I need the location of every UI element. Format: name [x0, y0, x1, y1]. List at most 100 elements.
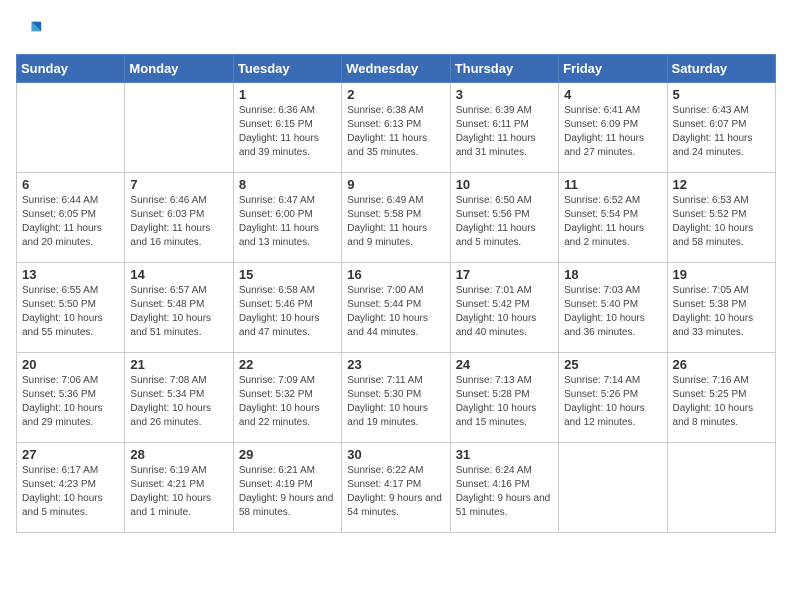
calendar-cell: 25 Sunrise: 7:14 AM Sunset: 5:26 PM Dayli…	[559, 353, 667, 443]
day-info: Sunrise: 7:11 AM Sunset: 5:30 PM Dayligh…	[347, 374, 444, 430]
calendar-cell: 16 Sunrise: 7:00 AM Sunset: 5:44 PM Dayli…	[342, 263, 450, 353]
calendar-cell: 29 Sunrise: 6:21 AM Sunset: 4:19 PM Dayli…	[233, 443, 341, 533]
day-number: 20	[22, 357, 119, 372]
calendar-cell: 19 Sunrise: 7:05 AM Sunset: 5:38 PM Dayli…	[667, 263, 775, 353]
calendar-cell: 8 Sunrise: 6:47 AM Sunset: 6:00 PM Daylig…	[233, 173, 341, 263]
calendar-cell: 15 Sunrise: 6:58 AM Sunset: 5:46 PM Dayli…	[233, 263, 341, 353]
day-info: Sunrise: 7:00 AM Sunset: 5:44 PM Dayligh…	[347, 284, 444, 340]
day-number: 11	[564, 177, 661, 192]
day-number: 16	[347, 267, 444, 282]
day-number: 22	[239, 357, 336, 372]
day-info: Sunrise: 7:09 AM Sunset: 5:32 PM Dayligh…	[239, 374, 336, 430]
calendar-week-3: 13 Sunrise: 6:55 AM Sunset: 5:50 PM Dayli…	[17, 263, 776, 353]
day-info: Sunrise: 6:50 AM Sunset: 5:56 PM Dayligh…	[456, 194, 553, 250]
day-info: Sunrise: 6:55 AM Sunset: 5:50 PM Dayligh…	[22, 284, 119, 340]
day-info: Sunrise: 6:53 AM Sunset: 5:52 PM Dayligh…	[673, 194, 770, 250]
day-info: Sunrise: 6:44 AM Sunset: 6:05 PM Dayligh…	[22, 194, 119, 250]
weekday-header-friday: Friday	[559, 55, 667, 83]
calendar-cell: 11 Sunrise: 6:52 AM Sunset: 5:54 PM Dayli…	[559, 173, 667, 263]
day-number: 19	[673, 267, 770, 282]
calendar-cell: 2 Sunrise: 6:38 AM Sunset: 6:13 PM Daylig…	[342, 83, 450, 173]
day-number: 31	[456, 447, 553, 462]
day-number: 8	[239, 177, 336, 192]
calendar-cell: 1 Sunrise: 6:36 AM Sunset: 6:15 PM Daylig…	[233, 83, 341, 173]
calendar-cell	[559, 443, 667, 533]
calendar-cell: 21 Sunrise: 7:08 AM Sunset: 5:34 PM Dayli…	[125, 353, 233, 443]
day-number: 9	[347, 177, 444, 192]
weekday-header-thursday: Thursday	[450, 55, 558, 83]
day-number: 24	[456, 357, 553, 372]
calendar-cell: 28 Sunrise: 6:19 AM Sunset: 4:21 PM Dayli…	[125, 443, 233, 533]
weekday-header-tuesday: Tuesday	[233, 55, 341, 83]
day-number: 5	[673, 87, 770, 102]
day-number: 2	[347, 87, 444, 102]
day-info: Sunrise: 7:01 AM Sunset: 5:42 PM Dayligh…	[456, 284, 553, 340]
calendar-cell	[17, 83, 125, 173]
day-number: 13	[22, 267, 119, 282]
day-info: Sunrise: 6:19 AM Sunset: 4:21 PM Dayligh…	[130, 464, 227, 520]
calendar-cell: 14Sunrise: 6:57 AM Sunset: 5:48 PM Dayli…	[125, 263, 233, 353]
calendar-header-row: SundayMondayTuesdayWednesdayThursdayFrid…	[17, 55, 776, 83]
calendar-cell: 12 Sunrise: 6:53 AM Sunset: 5:52 PM Dayli…	[667, 173, 775, 263]
calendar-week-5: 27 Sunrise: 6:17 AM Sunset: 4:23 PM Dayli…	[17, 443, 776, 533]
calendar-table: SundayMondayTuesdayWednesdayThursdayFrid…	[16, 54, 776, 533]
calendar-cell: 26 Sunrise: 7:16 AM Sunset: 5:25 PM Dayli…	[667, 353, 775, 443]
day-number: 28	[130, 447, 227, 462]
calendar-cell: 30 Sunrise: 6:22 AM Sunset: 4:17 PM Dayli…	[342, 443, 450, 533]
day-number: 14	[130, 267, 227, 282]
logo	[16, 16, 48, 44]
calendar-cell	[667, 443, 775, 533]
logo-icon	[16, 16, 44, 44]
weekday-header-saturday: Saturday	[667, 55, 775, 83]
day-info: Sunrise: 6:22 AM Sunset: 4:17 PM Dayligh…	[347, 464, 444, 520]
day-info: Sunrise: 6:46 AM Sunset: 6:03 PM Dayligh…	[130, 194, 227, 250]
calendar-cell: 3 Sunrise: 6:39 AM Sunset: 6:11 PM Daylig…	[450, 83, 558, 173]
day-info: Sunrise: 6:21 AM Sunset: 4:19 PM Dayligh…	[239, 464, 336, 520]
day-info: Sunrise: 6:52 AM Sunset: 5:54 PM Dayligh…	[564, 194, 661, 250]
weekday-header-sunday: Sunday	[17, 55, 125, 83]
calendar-cell: 9Sunrise: 6:49 AM Sunset: 5:58 PM Daylig…	[342, 173, 450, 263]
day-number: 21	[130, 357, 227, 372]
day-number: 18	[564, 267, 661, 282]
day-info: Sunrise: 6:41 AM Sunset: 6:09 PM Dayligh…	[564, 104, 661, 160]
calendar-week-2: 6Sunrise: 6:44 AM Sunset: 6:05 PM Daylig…	[17, 173, 776, 263]
day-number: 29	[239, 447, 336, 462]
day-info: Sunrise: 7:08 AM Sunset: 5:34 PM Dayligh…	[130, 374, 227, 430]
calendar-cell: 17 Sunrise: 7:01 AM Sunset: 5:42 PM Dayli…	[450, 263, 558, 353]
calendar-cell: 27 Sunrise: 6:17 AM Sunset: 4:23 PM Dayli…	[17, 443, 125, 533]
day-number: 3	[456, 87, 553, 102]
day-info: Sunrise: 6:24 AM Sunset: 4:16 PM Dayligh…	[456, 464, 553, 520]
calendar-week-4: 20 Sunrise: 7:06 AM Sunset: 5:36 PM Dayli…	[17, 353, 776, 443]
day-info: Sunrise: 7:05 AM Sunset: 5:38 PM Dayligh…	[673, 284, 770, 340]
calendar-cell: 18 Sunrise: 7:03 AM Sunset: 5:40 PM Dayli…	[559, 263, 667, 353]
day-info: Sunrise: 6:39 AM Sunset: 6:11 PM Dayligh…	[456, 104, 553, 160]
day-number: 26	[673, 357, 770, 372]
day-info: Sunrise: 6:47 AM Sunset: 6:00 PM Dayligh…	[239, 194, 336, 250]
calendar-cell	[125, 83, 233, 173]
day-info: Sunrise: 6:36 AM Sunset: 6:15 PM Dayligh…	[239, 104, 336, 160]
calendar-cell: 7Sunrise: 6:46 AM Sunset: 6:03 PM Daylig…	[125, 173, 233, 263]
day-number: 4	[564, 87, 661, 102]
day-info: Sunrise: 6:38 AM Sunset: 6:13 PM Dayligh…	[347, 104, 444, 160]
day-info: Sunrise: 6:58 AM Sunset: 5:46 PM Dayligh…	[239, 284, 336, 340]
weekday-header-monday: Monday	[125, 55, 233, 83]
day-info: Sunrise: 6:17 AM Sunset: 4:23 PM Dayligh…	[22, 464, 119, 520]
day-number: 25	[564, 357, 661, 372]
day-info: Sunrise: 7:06 AM Sunset: 5:36 PM Dayligh…	[22, 374, 119, 430]
day-number: 15	[239, 267, 336, 282]
calendar-cell: 22 Sunrise: 7:09 AM Sunset: 5:32 PM Dayli…	[233, 353, 341, 443]
day-info: Sunrise: 7:03 AM Sunset: 5:40 PM Dayligh…	[564, 284, 661, 340]
calendar-cell: 23Sunrise: 7:11 AM Sunset: 5:30 PM Dayli…	[342, 353, 450, 443]
day-number: 30	[347, 447, 444, 462]
calendar-cell: 6Sunrise: 6:44 AM Sunset: 6:05 PM Daylig…	[17, 173, 125, 263]
calendar-cell: 20 Sunrise: 7:06 AM Sunset: 5:36 PM Dayli…	[17, 353, 125, 443]
calendar-week-1: 1 Sunrise: 6:36 AM Sunset: 6:15 PM Daylig…	[17, 83, 776, 173]
day-number: 12	[673, 177, 770, 192]
day-info: Sunrise: 7:16 AM Sunset: 5:25 PM Dayligh…	[673, 374, 770, 430]
day-number: 17	[456, 267, 553, 282]
page-header	[16, 16, 776, 44]
day-number: 27	[22, 447, 119, 462]
day-number: 1	[239, 87, 336, 102]
day-info: Sunrise: 7:14 AM Sunset: 5:26 PM Dayligh…	[564, 374, 661, 430]
calendar-cell: 4 Sunrise: 6:41 AM Sunset: 6:09 PM Daylig…	[559, 83, 667, 173]
